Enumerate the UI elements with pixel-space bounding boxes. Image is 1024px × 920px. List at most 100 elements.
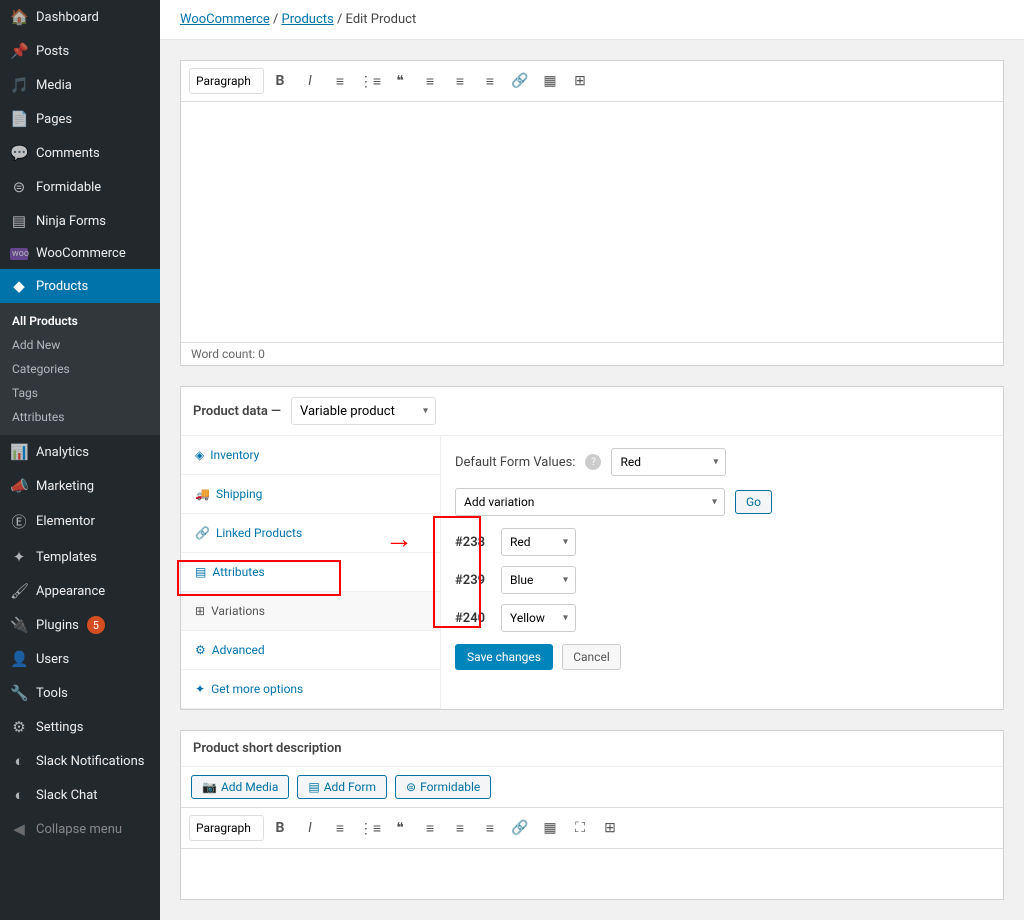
sidebar-label: Posts [36, 44, 69, 59]
more-button[interactable]: ▦ [536, 814, 564, 842]
help-icon[interactable]: ? [585, 454, 601, 470]
appearance-icon: 🖌 [10, 582, 28, 600]
variation-row[interactable]: #240 Yellow [455, 604, 989, 632]
tab-variations[interactable]: ⊞Variations [181, 592, 440, 631]
product-data-label: Product data — [193, 404, 281, 419]
fullscreen-button[interactable]: ⛶ [566, 814, 594, 842]
variation-color-select[interactable]: Red [501, 528, 576, 556]
sidebar-label: Tools [36, 686, 68, 701]
woo-icon: woo [10, 248, 28, 260]
variation-color-select[interactable]: Yellow [501, 604, 576, 632]
media-icon: 🎵 [10, 76, 28, 94]
add-media-button[interactable]: 📷Add Media [191, 775, 289, 799]
align-right-button[interactable]: ≡ [476, 814, 504, 842]
short-desc-body[interactable] [181, 849, 1003, 899]
number-list-button[interactable]: ⋮≡ [356, 814, 384, 842]
product-type-select[interactable]: Variable product [291, 397, 436, 425]
tab-inventory[interactable]: ◈Inventory [181, 436, 440, 475]
align-center-button[interactable]: ≡ [446, 814, 474, 842]
default-form-select[interactable]: Red [611, 448, 726, 476]
bold-button[interactable]: B [266, 67, 294, 95]
go-button[interactable]: Go [735, 490, 772, 514]
submenu-categories[interactable]: Categories [0, 357, 160, 381]
link-button[interactable]: 🔗 [506, 814, 534, 842]
more-icon: ✦ [195, 682, 205, 696]
sidebar-item-analytics[interactable]: 📊Analytics [0, 435, 160, 469]
sidebar-item-slack-notifications[interactable]: ◐ Slack Notifications [0, 744, 160, 778]
quote-button[interactable]: ❝ [386, 67, 414, 95]
formidable-button[interactable]: ⊜Formidable [395, 775, 491, 799]
variations-icon: ⊞ [195, 604, 205, 618]
align-right-button[interactable]: ≡ [476, 67, 504, 95]
variation-color-select[interactable]: Blue [501, 566, 576, 594]
align-center-button[interactable]: ≡ [446, 67, 474, 95]
sidebar-item-settings[interactable]: ⚙Settings [0, 710, 160, 744]
align-left-button[interactable]: ≡ [416, 814, 444, 842]
sidebar-label: Formidable [36, 180, 101, 195]
variation-row[interactable]: #239 Blue [455, 566, 989, 594]
submenu-attributes[interactable]: Attributes [0, 405, 160, 429]
editor-body[interactable] [181, 102, 1003, 342]
sidebar-item-appearance[interactable]: 🖌Appearance [0, 574, 160, 608]
italic-button[interactable]: I [296, 814, 324, 842]
submenu-tags[interactable]: Tags [0, 381, 160, 405]
breadcrumb-products[interactable]: Products [282, 12, 334, 27]
bold-button[interactable]: B [266, 814, 294, 842]
sidebar-submenu: All Products Add New Categories Tags Att… [0, 303, 160, 435]
format-select[interactable]: Paragraph [189, 68, 264, 94]
breadcrumb: WooCommerce / Products / Edit Product [160, 0, 1024, 40]
sidebar-item-tools[interactable]: 🔧 Tools [0, 676, 160, 710]
sidebar-item-slack-chat[interactable]: ◐Slack Chat [0, 778, 160, 812]
align-left-button[interactable]: ≡ [416, 67, 444, 95]
link-icon: 🔗 [195, 526, 210, 540]
submenu-all-products[interactable]: All Products [0, 309, 160, 333]
submenu-add-new[interactable]: Add New [0, 333, 160, 357]
italic-button[interactable]: I [296, 67, 324, 95]
sidebar-item-ninja-forms[interactable]: ▤Ninja Forms [0, 204, 160, 238]
add-form-button[interactable]: ▤Add Form [297, 775, 387, 799]
sidebar-item-marketing[interactable]: 📣Marketing [0, 469, 160, 503]
sidebar-item-users[interactable]: 👤Users [0, 642, 160, 676]
quote-button[interactable]: ❝ [386, 814, 414, 842]
bullet-list-button[interactable]: ≡ [326, 67, 354, 95]
shipping-icon: 🚚 [195, 487, 210, 501]
sidebar-item-plugins[interactable]: 🔌Plugins 5 [0, 608, 160, 642]
sidebar-item-elementor[interactable]: ⒺElementor [0, 503, 160, 540]
sidebar-item-media[interactable]: 🎵Media [0, 68, 160, 102]
link-button[interactable]: 🔗 [506, 67, 534, 95]
sidebar-label: Slack Chat [36, 788, 98, 803]
tools-icon: 🔧 [10, 684, 28, 702]
sidebar-item-pages[interactable]: 📄Pages [0, 102, 160, 136]
number-list-button[interactable]: ⋮≡ [356, 67, 384, 95]
tab-advanced[interactable]: ⚙Advanced [181, 631, 440, 670]
breadcrumb-woocommerce[interactable]: WooCommerce [180, 12, 270, 27]
tab-get-more[interactable]: ✦Get more options [181, 670, 440, 709]
default-form-label: Default Form Values: [455, 455, 575, 470]
sidebar-item-collapse[interactable]: ◀Collapse menu [0, 812, 160, 846]
bullet-list-button[interactable]: ≡ [326, 814, 354, 842]
sidebar-item-posts[interactable]: 📌 Posts [0, 34, 160, 68]
pin-icon: 📌 [10, 42, 28, 60]
save-changes-button[interactable]: Save changes [455, 644, 553, 670]
products-icon: ◆ [10, 277, 28, 295]
add-variation-select[interactable]: Add variation [455, 488, 725, 516]
toolbar-toggle-button[interactable]: ⊞ [596, 814, 624, 842]
sidebar-item-woocommerce[interactable]: wooWooCommerce [0, 238, 160, 269]
tab-shipping[interactable]: 🚚Shipping [181, 475, 440, 514]
sidebar-label: Products [36, 279, 88, 294]
sidebar-item-templates[interactable]: ✦Templates [0, 540, 160, 574]
cancel-button[interactable]: Cancel [562, 644, 621, 670]
sidebar-label: Slack Notifications [36, 754, 144, 769]
more-button[interactable]: ▦ [536, 67, 564, 95]
sidebar-item-formidable[interactable]: ⊜Formidable [0, 170, 160, 204]
variations-content: → Default Form Values: ? Red Add variati… [441, 436, 1003, 709]
variation-row[interactable]: #238 Red [455, 528, 989, 556]
sidebar-item-comments[interactable]: 💬Comments [0, 136, 160, 170]
tab-attributes[interactable]: ▤Attributes [181, 553, 440, 592]
sidebar-item-products[interactable]: ◆ Products [0, 269, 160, 303]
slack-icon: ◐ [10, 752, 28, 770]
sidebar-item-dashboard[interactable]: 🏠Dashboard [0, 0, 160, 34]
toolbar-toggle-button[interactable]: ⊞ [566, 67, 594, 95]
sidebar-label: Templates [36, 550, 97, 565]
format-select[interactable]: Paragraph [189, 815, 264, 841]
